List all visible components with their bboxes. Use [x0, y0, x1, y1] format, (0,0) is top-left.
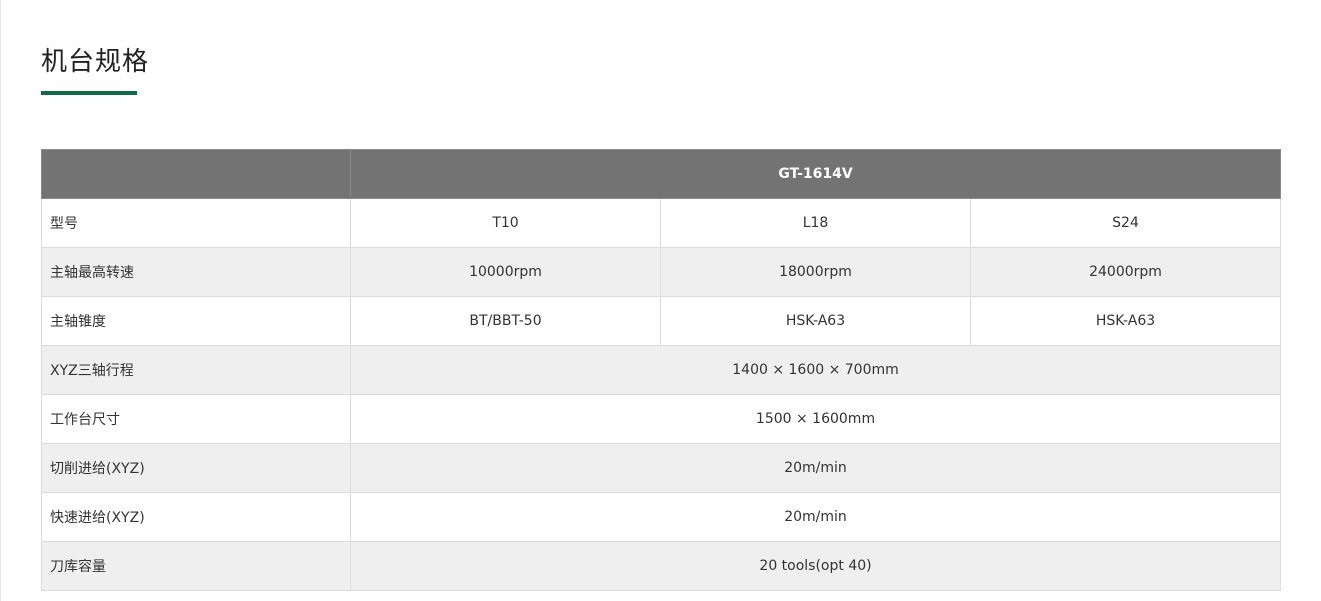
- row-value: T10: [350, 198, 661, 248]
- table-row: 主轴锥度 BT/BBT-50 HSK-A63 HSK-A63: [41, 296, 1282, 346]
- row-label: 刀库容量: [41, 541, 351, 591]
- row-label: 快速进给(XYZ): [41, 492, 351, 542]
- row-label: 切削进给(XYZ): [41, 443, 351, 493]
- section-title: 机台规格: [41, 47, 150, 77]
- table-row: 快速进给(XYZ) 20m/min: [41, 492, 1282, 542]
- table-row: 主轴最高转速 10000rpm 18000rpm 24000rpm: [41, 247, 1282, 297]
- row-value: 20m/min: [349, 443, 1282, 493]
- row-value: 1500 × 1600mm: [349, 394, 1282, 444]
- table-header-row: GT-1614V: [41, 149, 1282, 199]
- title-underline: [41, 91, 137, 95]
- row-label: XYZ三轴行程: [41, 345, 351, 395]
- row-value: S24: [969, 198, 1282, 248]
- row-label: 工作台尺寸: [41, 394, 351, 444]
- row-value: 20m/min: [349, 492, 1282, 542]
- row-value: BT/BBT-50: [350, 296, 661, 346]
- table-row: 刀库容量 20 tools(opt 40): [41, 541, 1282, 591]
- table-row: 工作台尺寸 1500 × 1600mm: [41, 394, 1282, 444]
- row-value: 1400 × 1600 × 700mm: [349, 345, 1282, 395]
- row-label: 主轴锥度: [41, 296, 351, 346]
- row-value: L18: [660, 198, 971, 248]
- header-empty-cell: [41, 149, 351, 199]
- table-row: 切削进给(XYZ) 20m/min: [41, 443, 1282, 493]
- table-row: 型号 T10 L18 S24: [41, 198, 1282, 248]
- model-header: GT-1614V: [349, 149, 1282, 199]
- table-row: XYZ三轴行程 1400 × 1600 × 700mm: [41, 345, 1282, 395]
- row-label: 主轴最高转速: [41, 247, 351, 297]
- row-value: 24000rpm: [969, 247, 1282, 297]
- row-value: HSK-A63: [660, 296, 971, 346]
- row-value: 18000rpm: [660, 247, 971, 297]
- row-value: HSK-A63: [969, 296, 1282, 346]
- page: 机台规格 GT-1614V 型号 T10 L18 S24 主轴最高转速 1000…: [0, 0, 1321, 601]
- spec-table: GT-1614V 型号 T10 L18 S24 主轴最高转速 10000rpm …: [41, 149, 1282, 591]
- row-label: 型号: [41, 198, 351, 248]
- row-value: 20 tools(opt 40): [349, 541, 1282, 591]
- row-value: 10000rpm: [350, 247, 661, 297]
